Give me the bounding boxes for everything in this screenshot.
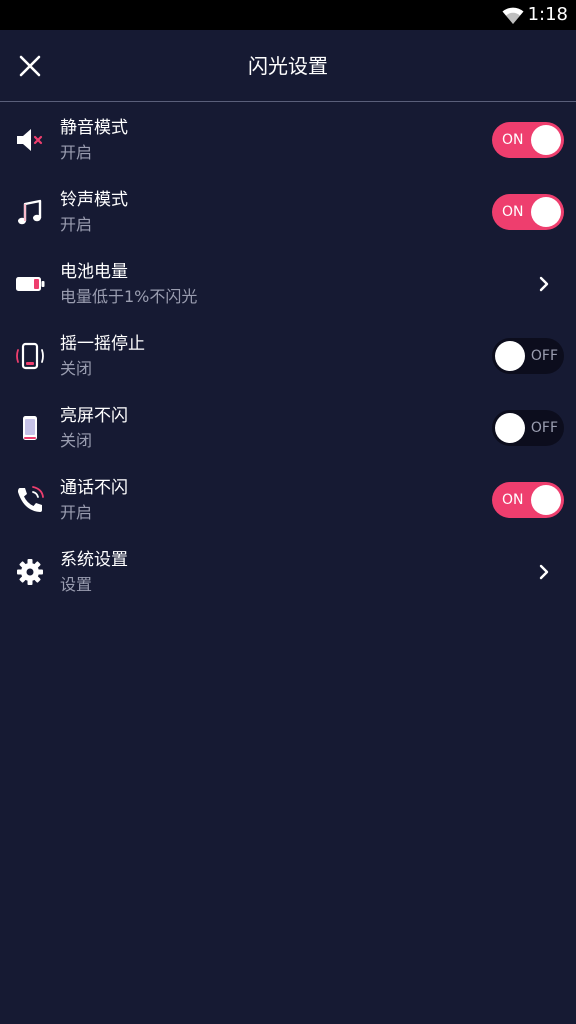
music-note-icon xyxy=(18,199,42,225)
toggle-state: ON xyxy=(502,492,524,508)
chevron-right-icon[interactable] xyxy=(534,562,554,582)
setting-subtitle: 开启 xyxy=(60,503,93,522)
phone-screen-icon xyxy=(23,416,37,440)
setting-shake-to-stop[interactable]: 摇一摇停止 关闭 OFF xyxy=(0,320,576,392)
silent-mode-toggle[interactable]: ON xyxy=(492,122,564,158)
page-title: 闪光设置 xyxy=(248,54,328,78)
toggle-state: OFF xyxy=(530,420,558,436)
setting-system-settings[interactable]: 系统设置 设置 xyxy=(0,536,576,608)
settings-list: 静音模式 开启 ON 铃声模式 开启 ON 电池电量 电量低于1%不闪光 摇一摇… xyxy=(0,104,576,608)
toggle-knob xyxy=(495,341,525,371)
setting-battery-level[interactable]: 电池电量 电量低于1%不闪光 xyxy=(0,248,576,320)
wifi-icon xyxy=(502,7,524,24)
setting-subtitle: 开启 xyxy=(60,215,93,234)
setting-silent-mode[interactable]: 静音模式 开启 ON xyxy=(0,104,576,176)
toggle-knob xyxy=(495,413,525,443)
setting-subtitle: 电量低于1%不闪光 xyxy=(60,287,198,306)
setting-subtitle: 设置 xyxy=(60,575,93,594)
setting-subtitle: 关闭 xyxy=(60,431,93,450)
header: 闪光设置 xyxy=(0,30,576,102)
phone-shake-icon xyxy=(16,342,44,370)
setting-screen-on-no-flash[interactable]: 亮屏不闪 关闭 OFF xyxy=(0,392,576,464)
speaker-mute-icon xyxy=(17,129,43,151)
shake-to-stop-toggle[interactable]: OFF xyxy=(492,338,564,374)
setting-ringtone-mode[interactable]: 铃声模式 开启 ON xyxy=(0,176,576,248)
setting-subtitle: 开启 xyxy=(60,143,93,162)
setting-title: 通话不闪 xyxy=(60,478,128,498)
setting-call-no-flash[interactable]: 通话不闪 开启 ON xyxy=(0,464,576,536)
setting-title: 亮屏不闪 xyxy=(60,406,128,426)
toggle-knob xyxy=(531,125,561,155)
status-time: 1:18 xyxy=(527,4,568,25)
chevron-right-icon[interactable] xyxy=(534,274,554,294)
setting-subtitle: 关闭 xyxy=(60,359,93,378)
toggle-knob xyxy=(531,197,561,227)
gear-icon xyxy=(17,559,43,585)
ringtone-mode-toggle[interactable]: ON xyxy=(492,194,564,230)
phone-call-icon xyxy=(18,486,44,512)
status-bar: 1:18 xyxy=(0,0,576,30)
setting-title: 摇一摇停止 xyxy=(60,334,145,354)
setting-title: 铃声模式 xyxy=(60,190,128,210)
screen-on-no-flash-toggle[interactable]: OFF xyxy=(492,410,564,446)
toggle-knob xyxy=(531,485,561,515)
toggle-state: OFF xyxy=(530,348,558,364)
call-no-flash-toggle[interactable]: ON xyxy=(492,482,564,518)
toggle-state: ON xyxy=(502,132,524,148)
setting-title: 静音模式 xyxy=(60,118,128,138)
battery-icon xyxy=(16,277,45,291)
toggle-state: ON xyxy=(502,204,524,220)
setting-title: 电池电量 xyxy=(60,262,128,282)
setting-title: 系统设置 xyxy=(60,550,128,570)
